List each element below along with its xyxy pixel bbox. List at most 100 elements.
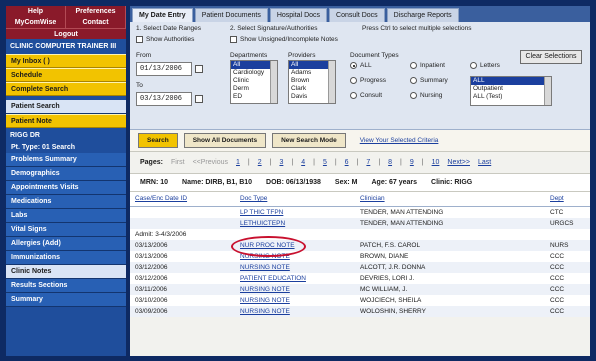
providers-label: Providers bbox=[288, 52, 316, 59]
radio-letters[interactable] bbox=[470, 62, 477, 69]
show-authorities-checkbox[interactable] bbox=[136, 36, 143, 43]
scrollbar[interactable] bbox=[544, 77, 551, 105]
radio-consult[interactable] bbox=[350, 92, 357, 99]
table-row[interactable]: 03/12/2006 NURSING NOTE ALCOTT, J.R. DON… bbox=[130, 261, 590, 273]
pager-page[interactable]: 2 bbox=[258, 159, 262, 166]
doc-type-link[interactable]: NURSING NOTE bbox=[240, 308, 290, 315]
pager-page[interactable]: 1 bbox=[236, 159, 240, 166]
sidebar-item-schedule[interactable]: Schedule bbox=[6, 68, 126, 82]
new-search-mode-button[interactable]: New Search Mode bbox=[272, 133, 346, 148]
col-header-clinician[interactable]: Clinician bbox=[355, 192, 545, 207]
radio-summary[interactable] bbox=[410, 77, 417, 84]
table-row[interactable]: 03/11/2006 NURSING NOTE MC WILLIAM, J. C… bbox=[130, 283, 590, 295]
list-item[interactable]: Outpatient bbox=[471, 85, 551, 93]
action-bar: Search Show All Documents New Search Mod… bbox=[130, 130, 590, 152]
doc-type-link[interactable]: LP THIC TFPN bbox=[240, 209, 283, 216]
pager-page[interactable]: 9 bbox=[410, 159, 414, 166]
sidebar-top-row: Help Preferences bbox=[6, 6, 126, 17]
view-criteria-link[interactable]: View Your Selected Criteria bbox=[360, 137, 439, 144]
pager-page[interactable]: 8 bbox=[388, 159, 392, 166]
cell-dept bbox=[545, 229, 590, 240]
cell-dept: CCC bbox=[550, 252, 565, 260]
doc-type-link[interactable]: PATIENT EDUCATION bbox=[240, 275, 306, 282]
pager-page[interactable]: 6 bbox=[345, 159, 349, 166]
show-unsigned-label: Show Unsigned/Incomplete Notes bbox=[240, 36, 338, 43]
to-date-input[interactable]: 03/13/2006 bbox=[136, 92, 192, 106]
providers-listbox[interactable]: All Adams Brown Clark Davis bbox=[288, 60, 336, 104]
pager-page[interactable]: 3 bbox=[279, 159, 283, 166]
search-button[interactable]: Search bbox=[138, 133, 178, 148]
doc-type-link[interactable]: NURSING NOTE bbox=[240, 264, 290, 271]
sidebar-item-patient-note[interactable]: Patient Note bbox=[6, 114, 126, 128]
pager-page[interactable]: 7 bbox=[366, 159, 370, 166]
pager-page[interactable]: 10 bbox=[432, 159, 440, 166]
show-all-documents-button[interactable]: Show All Documents bbox=[183, 133, 267, 148]
radio-progress[interactable] bbox=[350, 77, 357, 84]
cell-clinician: TENDER, MAN ATTENDING bbox=[355, 217, 545, 229]
table-row[interactable]: 03/13/2006 NUR PROC NOTE PATCH, F.S. CAR… bbox=[130, 235, 590, 257]
sidebar-item-demographics[interactable]: Demographics bbox=[6, 167, 126, 181]
table-row[interactable]: 03/10/2006 NURSING NOTE WOJCIECH, SHEILA… bbox=[130, 295, 590, 306]
pager-previous[interactable]: <<Previous bbox=[193, 159, 228, 166]
cell-clinician: BROWN, DIANE bbox=[360, 252, 409, 260]
help-button[interactable]: Help bbox=[6, 6, 66, 17]
cell-date: 03/12/2006 bbox=[130, 261, 235, 273]
contact-button[interactable]: Contact bbox=[66, 17, 126, 28]
table-row[interactable]: 03/12/2006 PATIENT EDUCATION DEVRIES, LO… bbox=[130, 273, 590, 284]
table-row[interactable]: LETHUICTEPN TENDER, MAN ATTENDING URGCS bbox=[130, 217, 590, 229]
doc-type-link[interactable]: NURSING NOTE bbox=[240, 286, 290, 293]
tab-discharge-reports[interactable]: Discharge Reports bbox=[386, 8, 459, 22]
sidebar-item-complete-search[interactable]: Complete Search bbox=[6, 82, 126, 96]
pager-next[interactable]: Next>> bbox=[447, 159, 470, 166]
pager-first[interactable]: First bbox=[171, 159, 185, 166]
sidebar-item-labs[interactable]: Labs bbox=[6, 209, 126, 223]
table-row[interactable]: LP THIC TFPN TENDER, MAN ATTENDING CTC bbox=[130, 206, 590, 218]
tab-my-date-entry[interactable]: My Date Entry bbox=[132, 8, 193, 22]
doc-type-link[interactable]: NURSING NOTE bbox=[240, 297, 290, 304]
show-unsigned-checkbox[interactable] bbox=[230, 36, 237, 43]
departments-listbox[interactable]: All Cardiology Clinic Derm ED bbox=[230, 60, 278, 104]
doc-type-link[interactable]: LETHUICTEPN bbox=[240, 220, 285, 227]
sidebar-item-inbox[interactable]: My Inbox ( ) bbox=[6, 54, 126, 68]
mycomwise-button[interactable]: MyComWise bbox=[6, 17, 66, 28]
list-item[interactable]: ALL (Test) bbox=[471, 93, 551, 101]
col-header-date[interactable]: Case/Enc Date ID bbox=[130, 192, 235, 207]
pager-page[interactable]: 5 bbox=[323, 159, 327, 166]
logout-button[interactable]: Logout bbox=[6, 28, 126, 39]
list-item[interactable]: ALL bbox=[471, 77, 551, 85]
sidebar-item-medications[interactable]: Medications bbox=[6, 195, 126, 209]
cell-date: 03/09/2006 bbox=[130, 305, 235, 317]
table-row[interactable]: 03/13/2006 NURSING NOTE BROWN, DIANE CCC bbox=[130, 251, 590, 262]
sidebar-item-results[interactable]: Results Sections bbox=[6, 279, 126, 293]
table-row[interactable]: 03/09/2006 NURSING NOTE WOLOSHIN, SHERRY… bbox=[130, 305, 590, 317]
pager-last[interactable]: Last bbox=[478, 159, 491, 166]
radio-inpatient[interactable] bbox=[410, 62, 417, 69]
radio-nursing[interactable] bbox=[410, 92, 417, 99]
cell-date: 03/12/2006 bbox=[135, 274, 168, 282]
radio-all[interactable] bbox=[350, 62, 357, 69]
table-row[interactable]: Admit: 3-4/3/2006 bbox=[130, 229, 590, 240]
pager-page[interactable]: 4 bbox=[301, 159, 305, 166]
col-header-dept[interactable]: Dept bbox=[545, 192, 590, 207]
calendar-icon[interactable] bbox=[195, 95, 203, 103]
calendar-icon[interactable] bbox=[195, 65, 203, 73]
clear-selections-button[interactable]: Clear Selections bbox=[520, 50, 582, 64]
col-header-doc-type[interactable]: Doc Type bbox=[235, 192, 355, 207]
scrollbar[interactable] bbox=[328, 61, 335, 103]
from-date-input[interactable]: 01/13/2006 bbox=[136, 62, 192, 76]
tab-hospital-docs[interactable]: Hospital Docs bbox=[269, 8, 328, 22]
doc-type-link[interactable]: NUR PROC NOTE bbox=[231, 235, 305, 257]
sidebar-item-patient-search[interactable]: Patient Search bbox=[6, 100, 126, 114]
preferences-button[interactable]: Preferences bbox=[66, 6, 126, 17]
sidebar-item-allergies[interactable]: Allergies (Add) bbox=[6, 237, 126, 251]
sidebar-item-appointments[interactable]: Appointments Visits bbox=[6, 181, 126, 195]
sidebar-item-clinic-notes[interactable]: Clinic Notes bbox=[6, 265, 126, 279]
sidebar-item-vital-signs[interactable]: Vital Signs bbox=[6, 223, 126, 237]
scrollbar[interactable] bbox=[270, 61, 277, 103]
sidebar-item-immunizations[interactable]: Immunizations bbox=[6, 251, 126, 265]
tab-consult-docs[interactable]: Consult Docs bbox=[329, 8, 385, 22]
tab-patient-documents[interactable]: Patient Documents bbox=[194, 8, 268, 22]
sidebar-item-summary[interactable]: Summary bbox=[6, 293, 126, 307]
sidebar-item-problems[interactable]: Problems Summary bbox=[6, 153, 126, 167]
note-type-listbox[interactable]: ALL Outpatient ALL (Test) bbox=[470, 76, 552, 106]
